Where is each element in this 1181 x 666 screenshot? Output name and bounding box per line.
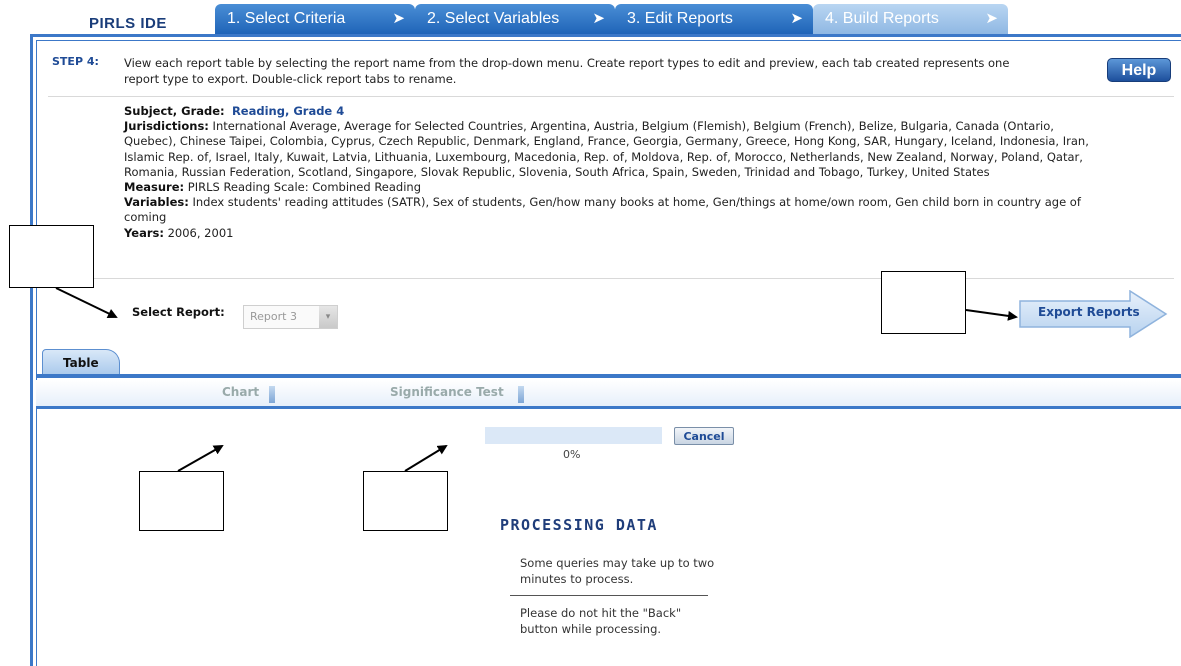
annotation-arrow (404, 444, 448, 472)
annotation-arrows (55, 287, 1018, 472)
annotation-arrow (55, 287, 118, 319)
annotation-arrow (965, 309, 1018, 321)
annotation-arrow (177, 445, 224, 472)
